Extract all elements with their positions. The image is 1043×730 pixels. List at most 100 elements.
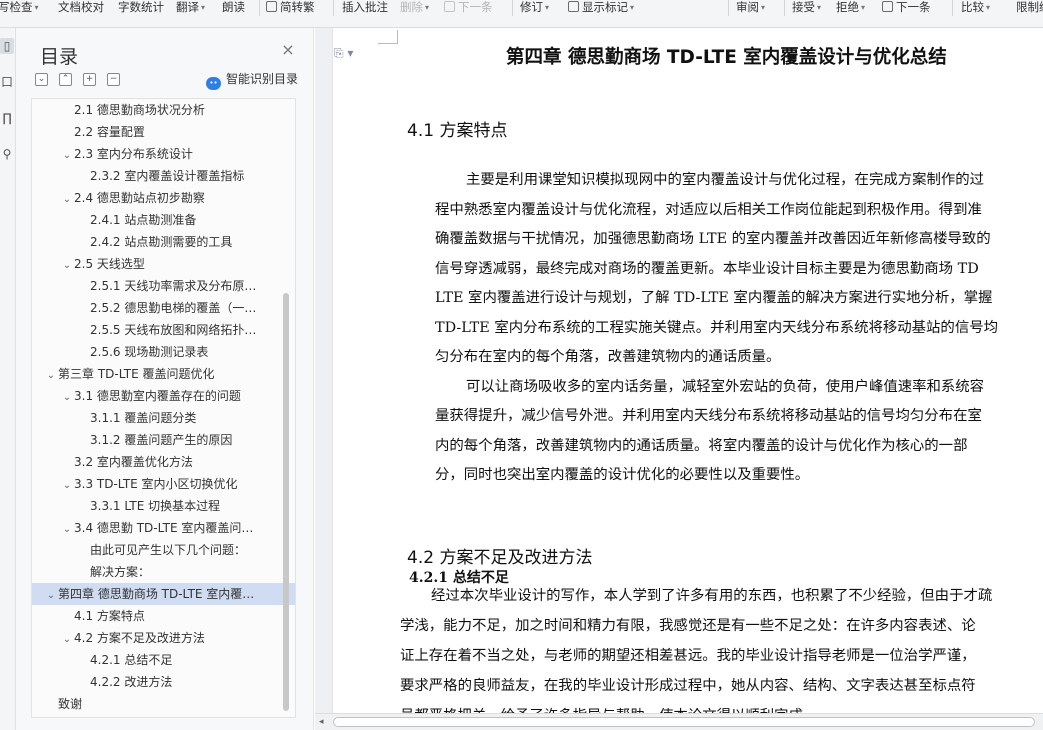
toc-item[interactable]: 2.3.2 室内覆盖设计覆盖指标	[32, 165, 295, 187]
toc-item[interactable]: 2.1 德思勤商场状况分析	[32, 99, 295, 121]
collapse-all-icon[interactable]: ⌃	[59, 73, 72, 86]
toc-item[interactable]: 3.3.1 LTE 切换基本过程	[32, 495, 295, 517]
chevron-down-icon[interactable]: ⌄	[60, 629, 74, 649]
body-text-line: 证上存在着不当之处，与老师的期望还相差甚远。我的毕业设计指导老师是一位治学严谨，	[400, 648, 976, 664]
chevron-down-icon[interactable]: ⌄	[60, 145, 74, 165]
translate-button[interactable]: 翻译 ▾	[176, 0, 205, 14]
simplified-to-traditional-button[interactable]: 简转繁	[266, 0, 315, 14]
reject-button[interactable]: 拒绝 ▾	[836, 0, 865, 14]
toc-item[interactable]: 3.1.2 覆盖问题产生的原因	[32, 429, 295, 451]
toc-item-label: 4.2.1 总结不足	[90, 653, 173, 667]
toc-item[interactable]: ⌄ 第四章 德思勤商场 TD-LTE 室内覆…	[32, 583, 295, 605]
toc-item-label: 2.2 容量配置	[74, 125, 145, 139]
chevron-down-icon[interactable]: ⌄	[44, 365, 58, 385]
restrict-editing-button[interactable]: 限制编	[1016, 0, 1043, 14]
toc-item[interactable]: 2.5.5 天线布放图和网络拓扑…	[32, 319, 295, 341]
toc-item[interactable]: 由此可见产生以下几个问题：	[32, 539, 295, 561]
toc-item[interactable]: 4.2.2 改进方法	[32, 671, 295, 693]
close-icon[interactable]: ×	[280, 42, 296, 58]
toc-item[interactable]: ⌄ 3.3 TD-LTE 室内小区切换优化	[32, 473, 295, 495]
toc-item-label: 4.2 方案不足及改进方法	[74, 631, 205, 645]
toc-icon[interactable]: ▯	[0, 38, 14, 54]
toolbar-separator	[728, 0, 729, 16]
toc-item[interactable]: 解决方案：	[32, 561, 295, 583]
body-text-line: 内的每个角落，改善建筑物内的通话质量。将室内覆盖的设计与优化作为核心的一部	[435, 437, 968, 454]
body-text-line: TD-LTE 室内分布系统的工程实施关键点。并利用室内天线分布系统将移动基站的信…	[435, 319, 999, 336]
toolbar-separator	[784, 0, 785, 16]
chevron-down-icon[interactable]: ⌄	[60, 189, 74, 209]
toc-scrollbar[interactable]	[283, 293, 289, 711]
expand-all-icon[interactable]: ⌄	[35, 73, 48, 86]
chevron-down-icon[interactable]: ⌄	[44, 585, 58, 605]
toc-item-label: 3.2 室内覆盖优化方法	[74, 455, 193, 469]
delete-comment-button[interactable]: 删除 ▾	[400, 0, 429, 14]
chevron-down-icon[interactable]: ⌄	[60, 519, 74, 539]
scroll-left-icon[interactable]: ◂	[319, 717, 324, 727]
scrollbar-thumb[interactable]	[333, 717, 1035, 727]
toc-item[interactable]: 2.2 容量配置	[32, 121, 295, 143]
toc-item-label: 2.1 德思勤商场状况分析	[74, 103, 205, 117]
toc-item-label: 第四章 德思勤商场 TD-LTE 室内覆…	[58, 587, 255, 601]
show-markup-button[interactable]: 显示标记 ▾	[568, 0, 634, 14]
toc-item[interactable]: 4.2.1 总结不足	[32, 649, 295, 671]
toc-item-label: 解决方案：	[90, 565, 151, 579]
toc-item-label: 3.3.1 LTE 切换基本过程	[90, 499, 221, 513]
body-text-line: 程中熟悉室内覆盖设计与优化流程，对适应以后相关工作岗位能起到积极作用。得到准	[435, 201, 982, 218]
toc-item[interactable]: 致谢	[32, 693, 295, 715]
toc-item[interactable]: 2.5.6 现场勘测记录表	[32, 341, 295, 363]
toc-item[interactable]: ⌄ 2.5 天线选型	[32, 253, 295, 275]
toc-item-label: 3.4 德思勤 TD-LTE 室内覆盖问…	[74, 521, 254, 535]
read-aloud-button[interactable]: 朗读	[222, 0, 245, 14]
chevron-down-icon[interactable]: ⌄	[60, 255, 74, 275]
toc-item-label: 2.5.1 天线功率需求及分布原…	[90, 279, 257, 293]
downgrade-level-icon[interactable]: −	[107, 73, 120, 86]
ai-icon: ••	[206, 77, 221, 90]
body-text-line: 可以让商场吸收多的室内话务量，减轻室外宏站的负荷，使用户峰值速率和系统容	[466, 378, 985, 395]
compare-button[interactable]: 比较 ▾	[961, 0, 990, 14]
toc-item[interactable]: ⌄ 第三章 TD-LTE 覆盖问题优化	[32, 363, 295, 385]
toc-item[interactable]: 2.4.1 站点勘测准备	[32, 209, 295, 231]
word-count-button[interactable]: 字数统计	[118, 0, 164, 14]
insert-comment-button[interactable]: 插入批注	[342, 0, 388, 14]
toc-item[interactable]: 4.1 方案特点	[32, 605, 295, 627]
toc-item-label: 第三章 TD-LTE 覆盖问题优化	[58, 367, 215, 381]
toc-item[interactable]: ⌄ 3.1 德思勤室内覆盖存在的问题	[32, 385, 295, 407]
toc-tree: 2.1 德思勤商场状况分析 2.2 容量配置 ⌄ 2.3 室内分布系统设计 2.3.2 …	[31, 98, 296, 718]
toc-item[interactable]: 3.1.1 覆盖问题分类	[32, 407, 295, 429]
toc-item-label: 2.5 天线选型	[74, 257, 145, 271]
toc-item[interactable]: 3.2 室内覆盖优化方法	[32, 451, 295, 473]
toc-item-label: 2.4.2 站点勘测需要的工具	[90, 235, 233, 249]
accept-button[interactable]: 接受 ▾	[792, 0, 821, 14]
toc-item-label: 致谢	[58, 697, 83, 711]
toc-item[interactable]: ⌄ 2.3 室内分布系统设计	[32, 143, 295, 165]
next-revision-button[interactable]: 下一条	[882, 0, 931, 14]
search-icon[interactable]: ⚲	[0, 146, 14, 162]
page-format-icon[interactable]: ⎘ ▾	[334, 46, 353, 61]
bookmark-icon[interactable]: 口	[0, 74, 14, 90]
horizontal-scrollbar[interactable]: ◂	[315, 713, 1043, 730]
toc-item[interactable]: 2.5.1 天线功率需求及分布原…	[32, 275, 295, 297]
smart-toc-button[interactable]: •• 智能识别目录	[206, 71, 298, 90]
toc-item[interactable]: ⌄ 3.4 德思勤 TD-LTE 室内覆盖问…	[32, 517, 295, 539]
upgrade-level-icon[interactable]: +	[83, 73, 96, 86]
track-changes-button[interactable]: 修订 ▾	[520, 0, 549, 14]
chevron-down-icon[interactable]: ⌄	[60, 475, 74, 495]
spell-check-button[interactable]: 写检查 ▾	[0, 0, 39, 14]
toc-item[interactable]: ⌄ 2.4 德思勤站点初步勘察	[32, 187, 295, 209]
chevron-down-icon[interactable]: ⌄	[60, 387, 74, 407]
body-text-line: 学浅，能力不足，加之时间和精力有限，我感觉还是有一些不足之处：在许多内容表述、论	[400, 618, 976, 634]
toc-item[interactable]: 2.5.2 德思勤电梯的覆盖（一…	[32, 297, 295, 319]
document-proofread-button[interactable]: 文档校对	[58, 0, 104, 14]
next-comment-button[interactable]: 下一条	[444, 0, 493, 14]
toc-item-label: 2.4.1 站点勘测准备	[90, 213, 197, 227]
body-text-line: 信号穿透减弱，最终完成对商场的覆盖更新。本毕业设计目标主要是为德思勤商场 TD	[435, 260, 979, 277]
convert-icon	[266, 1, 277, 12]
toc-item-label: 2.3.2 室内覆盖设计覆盖指标	[90, 169, 245, 183]
toc-item[interactable]: ⌄ 4.2 方案不足及改进方法	[32, 627, 295, 649]
review-button[interactable]: 审阅 ▾	[736, 0, 765, 14]
clipboard-icon[interactable]: ∏	[0, 110, 14, 126]
page-corner-mark	[378, 30, 398, 44]
toolbar-separator	[333, 0, 334, 16]
toc-item-label: 由此可见产生以下几个问题：	[90, 543, 247, 557]
toc-item[interactable]: 2.4.2 站点勘测需要的工具	[32, 231, 295, 253]
